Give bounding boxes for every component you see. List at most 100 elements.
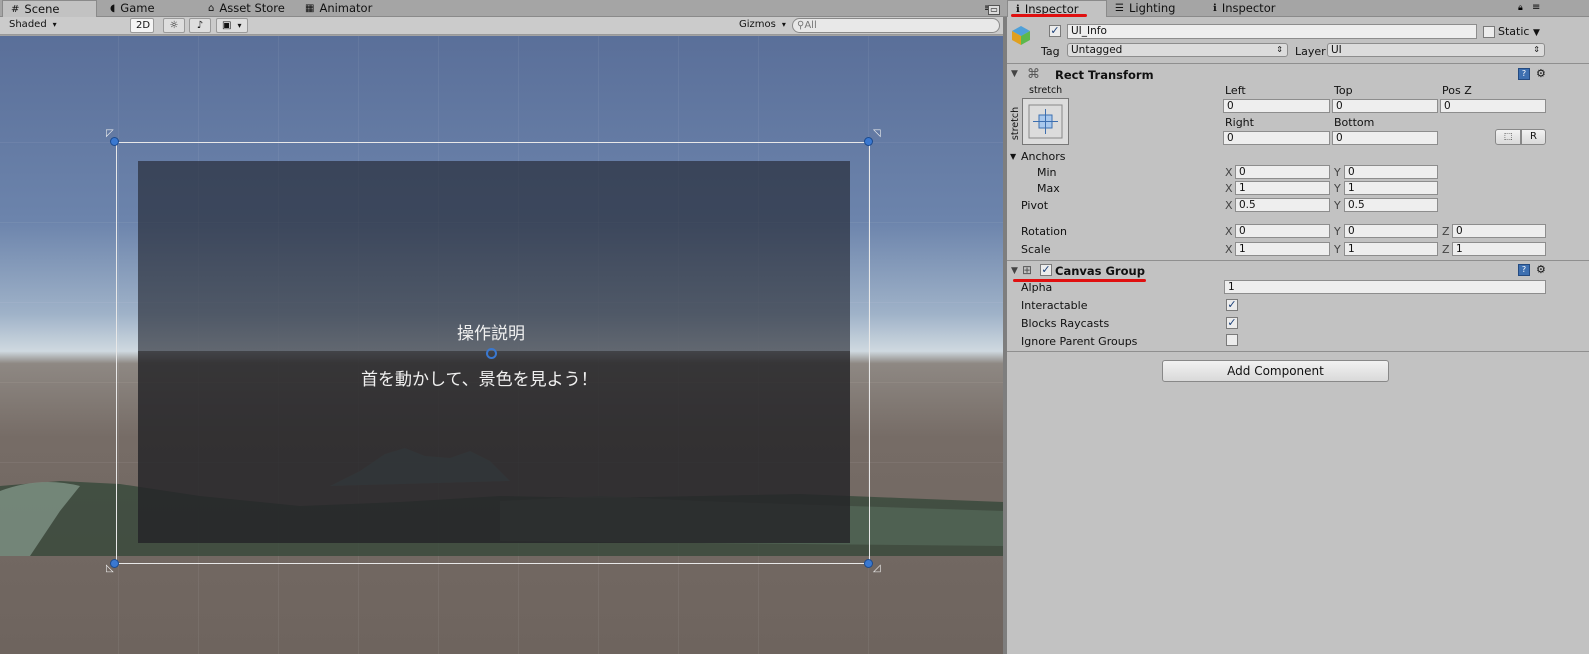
effects-dropdown[interactable]: ▣ (216, 18, 248, 33)
panel-menu-icon-right[interactable]: ≡ (1532, 2, 1540, 13)
inspector-panel: ✓ UI_Info Static ▼ Tag Untagged ⇕ Layer U… (1007, 17, 1589, 654)
gameobject-cube-icon (1011, 25, 1031, 45)
tab-game-label: Game (120, 1, 155, 15)
foldout-arrow-icon[interactable]: ▼ (1011, 69, 1018, 79)
axis-y-label: Y (1334, 166, 1341, 179)
anchor-triangle-icon[interactable]: ◿ (873, 563, 881, 574)
anchor-min-y-field[interactable]: 0 (1344, 165, 1438, 179)
raw-edit-label: R (1530, 131, 1537, 142)
scale-z-field[interactable]: 1 (1452, 242, 1546, 256)
store-icon: ⌂ (208, 2, 215, 14)
pivot-y-field[interactable]: 0.5 (1344, 198, 1438, 212)
tab-scene-label: Scene (24, 2, 60, 16)
tab-animator[interactable]: ▦ Animator (297, 0, 380, 17)
separator (1007, 63, 1589, 64)
axis-y-label: Y (1334, 225, 1341, 238)
scene-view[interactable]: 操作説明 首を動かして、景色を見よう！ ◸ ◹ ◺ ◿ (0, 36, 1003, 654)
lighting-icon: ☰ (1115, 2, 1124, 14)
animator-icon: ▦ (305, 2, 315, 14)
anchor-preset-button[interactable] (1022, 98, 1069, 145)
shading-dropdown[interactable]: Shaded (4, 18, 124, 33)
anchors-label[interactable]: Anchors (1021, 150, 1066, 163)
mode-2d-toggle[interactable]: 2D (130, 18, 154, 33)
tab-lighting[interactable]: ☰ Lighting (1107, 0, 1183, 17)
lighting-toggle[interactable]: ☼ (163, 18, 185, 33)
layer-value: UI (1331, 44, 1342, 56)
anchor-triangle-icon[interactable]: ◺ (106, 563, 114, 574)
scene-search-input[interactable]: ⚲All (792, 18, 1000, 33)
pivot-label: Pivot (1021, 199, 1049, 212)
separator (1007, 351, 1589, 352)
anchor-max-x-field[interactable]: 1 (1235, 181, 1330, 195)
audio-toggle[interactable]: ♪ (189, 18, 211, 33)
tab-scene[interactable]: # Scene (2, 0, 97, 18)
rect-selection-outline[interactable] (116, 142, 870, 564)
gear-icon[interactable]: ⚙ (1536, 67, 1546, 80)
alpha-field[interactable]: 1 (1224, 280, 1546, 294)
interactable-checkbox[interactable]: ✓ (1226, 299, 1238, 311)
lock-icon[interactable]: 🔒︎ (1518, 3, 1523, 13)
static-dropdown[interactable]: Static ▼ (1498, 25, 1540, 38)
foldout-arrow-icon[interactable]: ▼ (1010, 152, 1016, 161)
canvas-group-enabled-checkbox[interactable]: ✓ (1040, 264, 1052, 276)
add-component-button[interactable]: Add Component (1162, 360, 1389, 382)
tab-inspector-2[interactable]: ℹ Inspector (1205, 0, 1283, 17)
axis-y-label: Y (1334, 243, 1341, 256)
axis-x-label: X (1225, 225, 1233, 238)
rotation-z-field[interactable]: 0 (1452, 224, 1546, 238)
anchor-triangle-icon[interactable]: ◹ (873, 128, 881, 139)
updown-icon: ⇕ (1533, 45, 1540, 54)
raw-edit-button[interactable]: R (1521, 129, 1546, 145)
tag-dropdown[interactable]: Untagged ⇕ (1067, 43, 1288, 57)
blueprint-mode-button[interactable]: ⬚ (1495, 129, 1521, 145)
blocks-raycasts-checkbox[interactable]: ✓ (1226, 317, 1238, 329)
corner-handle[interactable] (864, 137, 873, 146)
blocks-raycasts-label: Blocks Raycasts (1021, 317, 1110, 330)
maximize-icon[interactable]: ▭ (988, 5, 1000, 15)
ignore-parent-groups-checkbox[interactable] (1226, 334, 1238, 346)
active-checkbox[interactable]: ✓ (1049, 25, 1061, 37)
gizmos-dropdown[interactable]: Gizmos (734, 18, 786, 33)
tab-asset-store[interactable]: ⌂ Asset Store (200, 0, 293, 17)
pacman-icon: ◖ (110, 2, 116, 14)
rotation-y-field[interactable]: 0 (1344, 224, 1438, 238)
tab-asset-store-label: Asset Store (219, 1, 285, 15)
top-field[interactable]: 0 (1332, 99, 1438, 113)
scale-y-field[interactable]: 1 (1344, 242, 1438, 256)
left-field[interactable]: 0 (1223, 99, 1330, 113)
rotation-x-field[interactable]: 0 (1235, 224, 1330, 238)
bottom-field[interactable]: 0 (1332, 131, 1438, 145)
top-label: Top (1334, 84, 1353, 97)
tab-inspector-2-label: Inspector (1221, 1, 1276, 15)
object-name-field[interactable]: UI_Info (1067, 24, 1477, 39)
rotation-label: Rotation (1021, 225, 1068, 238)
axis-x-label: X (1225, 182, 1233, 195)
anchor-triangle-icon[interactable]: ◸ (106, 128, 114, 139)
help-book-icon[interactable]: ? (1518, 264, 1530, 276)
anchor-max-y-field[interactable]: 1 (1344, 181, 1438, 195)
static-checkbox[interactable] (1483, 26, 1495, 38)
posz-field[interactable]: 0 (1440, 99, 1546, 113)
grid-icon: # (11, 3, 20, 15)
canvas-group-title: Canvas Group (1055, 264, 1145, 278)
pivot-x-field[interactable]: 0.5 (1235, 198, 1330, 212)
layer-dropdown[interactable]: UI ⇕ (1327, 43, 1545, 57)
foldout-arrow-icon[interactable]: ▼ (1011, 266, 1018, 276)
axis-x-label: X (1225, 166, 1233, 179)
anchor-min-label: Min (1037, 166, 1057, 179)
stretch-side-label: stretch (1010, 106, 1022, 141)
tab-game[interactable]: ◖ Game (102, 0, 163, 17)
anchor-min-x-field[interactable]: 0 (1235, 165, 1330, 179)
scale-x-field[interactable]: 1 (1235, 242, 1330, 256)
axis-x-label: X (1225, 199, 1233, 212)
help-book-icon[interactable]: ? (1518, 68, 1530, 80)
gizmos-label: Gizmos (739, 19, 776, 30)
gear-icon[interactable]: ⚙ (1536, 263, 1546, 276)
bottom-label: Bottom (1334, 116, 1375, 129)
image-icon: ▣ (222, 20, 232, 31)
right-field[interactable]: 0 (1223, 131, 1330, 145)
corner-handle[interactable] (864, 559, 873, 568)
stretch-top-label: stretch (1029, 85, 1063, 96)
add-component-label: Add Component (1227, 364, 1324, 378)
sun-icon: ☼ (169, 20, 179, 31)
